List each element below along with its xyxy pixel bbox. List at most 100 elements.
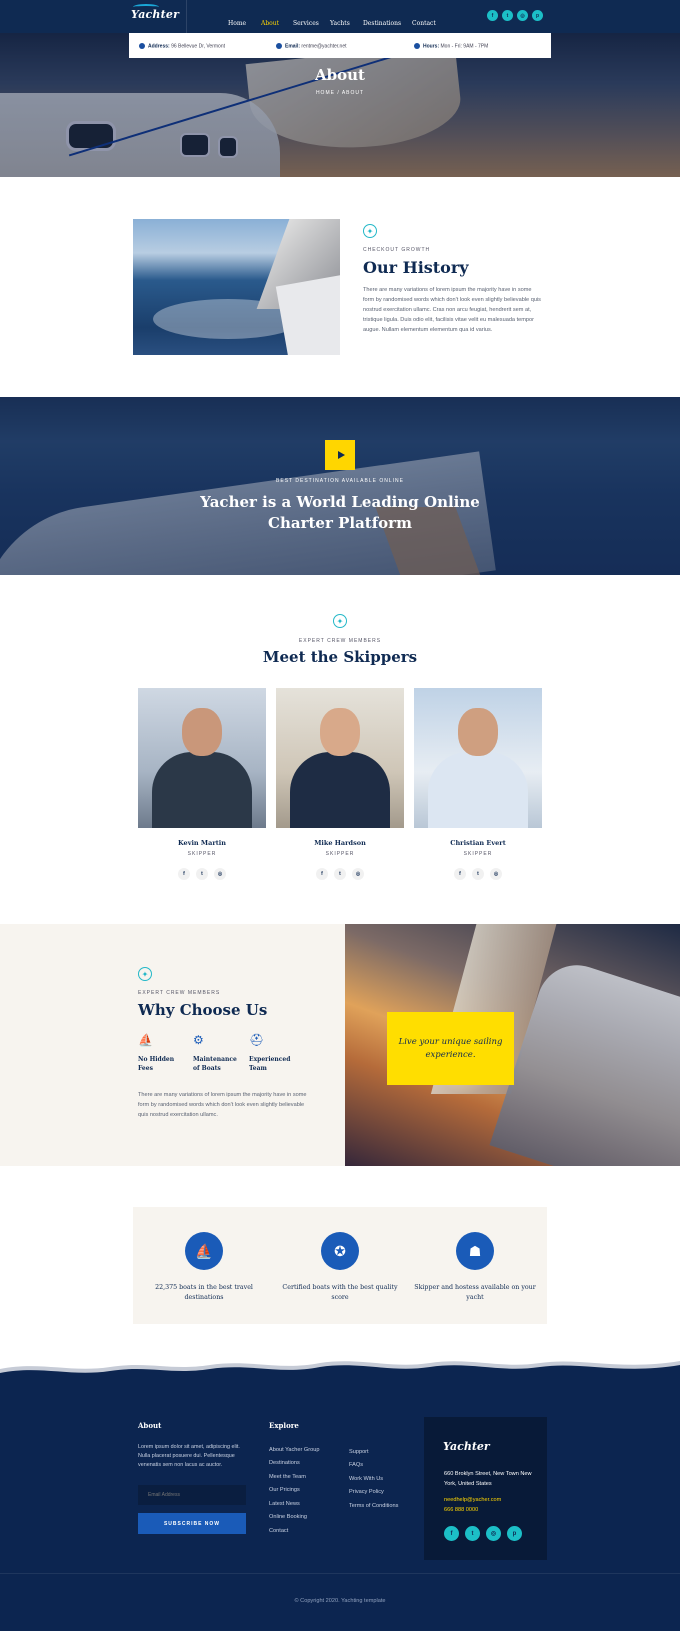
skipper-card: Christian Evert SKIPPER f t ◎ bbox=[414, 688, 542, 880]
footer-explore-title: Explore bbox=[269, 1421, 299, 1430]
why-eyebrow: EXPERT CREW MEMBERS bbox=[138, 990, 221, 996]
history-image bbox=[133, 219, 340, 355]
footer-socials: f t ◎ p bbox=[444, 1526, 522, 1541]
skipper-name: Kevin Martin bbox=[178, 839, 226, 847]
twitter-icon[interactable]: t bbox=[472, 868, 484, 880]
gear-icon: ⚙ bbox=[193, 1033, 204, 1047]
facebook-icon[interactable]: f bbox=[444, 1526, 459, 1541]
feature-maintenance: ⚙ Maintenance of Boats bbox=[193, 1032, 243, 1073]
stat-item: ☗ Skipper and hostess available on your … bbox=[410, 1232, 540, 1303]
stat-label: 22,375 boats in the best travel destinat… bbox=[155, 1284, 253, 1301]
footer-link[interactable]: About Yacher Group bbox=[269, 1447, 319, 1453]
skippers-title: Meet the Skippers bbox=[262, 648, 418, 666]
clock-icon bbox=[414, 43, 420, 49]
footer-link[interactable]: Destinations bbox=[269, 1460, 300, 1466]
feature-label: Experienced Team bbox=[249, 1056, 291, 1072]
pinterest-icon[interactable]: p bbox=[532, 10, 543, 21]
location-icon bbox=[139, 43, 145, 49]
twitter-icon[interactable]: t bbox=[196, 868, 208, 880]
instagram-icon[interactable]: ◎ bbox=[214, 868, 226, 880]
footer-logo[interactable]: Yachter bbox=[443, 1440, 490, 1453]
site-footer bbox=[0, 1375, 680, 1631]
feature-label: No Hidden Fees bbox=[138, 1056, 175, 1072]
site-logo[interactable]: Yachter bbox=[131, 4, 179, 21]
footer-about-text: Lorem ipsum dolor sit amet, adipiscing e… bbox=[138, 1444, 240, 1468]
facebook-icon[interactable]: f bbox=[454, 868, 466, 880]
facebook-icon[interactable]: f bbox=[316, 868, 328, 880]
band-title: Yacher is a World Leading Online Charter… bbox=[200, 493, 480, 532]
footer-link[interactable]: Meet the Team bbox=[269, 1474, 306, 1480]
pinterest-icon[interactable]: p bbox=[507, 1526, 522, 1541]
footer-link[interactable]: Latest News bbox=[269, 1501, 300, 1507]
instagram-icon[interactable]: ◎ bbox=[517, 10, 528, 21]
copyright: © Copyright 2020. Yachting template bbox=[294, 1598, 386, 1604]
twitter-icon[interactable]: t bbox=[334, 868, 346, 880]
facebook-icon[interactable]: f bbox=[487, 10, 498, 21]
skipper-name: Mike Hardson bbox=[314, 839, 366, 847]
footer-link[interactable]: Contact bbox=[269, 1528, 288, 1534]
stat-label: Skipper and hostess available on your ya… bbox=[414, 1284, 536, 1301]
band-eyebrow: BEST DESTINATION AVAILABLE ONLINE bbox=[276, 478, 404, 484]
sailboat-icon: ⛵ bbox=[185, 1232, 223, 1270]
breadcrumb[interactable]: HOME / ABOUT bbox=[0, 90, 680, 96]
captain-hat-icon: ⛑ bbox=[249, 1033, 265, 1047]
info-address: Address: 96 Bellevue Dr, Vermont bbox=[139, 43, 225, 49]
skipper-photo bbox=[138, 688, 266, 828]
nav-contact[interactable]: Contact bbox=[412, 12, 436, 30]
stat-label: Certified boats with the best quality sc… bbox=[282, 1284, 398, 1301]
skipper-name: Christian Evert bbox=[450, 839, 506, 847]
skipper-card: Mike Hardson SKIPPER f t ◎ bbox=[276, 688, 404, 880]
skipper-socials: f t ◎ bbox=[138, 868, 266, 880]
newsletter-email-input[interactable] bbox=[138, 1485, 246, 1505]
page-title: About bbox=[315, 66, 365, 84]
why-text: There are many variations of lorem ipsum… bbox=[138, 1092, 307, 1118]
stat-item: ✪ Certified boats with the best quality … bbox=[275, 1232, 405, 1303]
star-badge-icon: ✦ bbox=[363, 224, 377, 238]
footer-link[interactable]: FAQs bbox=[349, 1462, 363, 1468]
feature-no-hidden-fees: ⛵ No Hidden Fees bbox=[138, 1032, 188, 1073]
footer-about-title: About bbox=[138, 1421, 162, 1430]
footer-link[interactable]: Terms of Conditions bbox=[349, 1503, 398, 1509]
twitter-icon[interactable]: t bbox=[465, 1526, 480, 1541]
footer-link[interactable]: Online Booking bbox=[269, 1514, 307, 1520]
footer-email-link[interactable]: needhelp@yacher.com bbox=[444, 1497, 501, 1503]
skipper-photo bbox=[276, 688, 404, 828]
skipper-role: SKIPPER bbox=[463, 851, 493, 857]
mail-icon bbox=[276, 43, 282, 49]
skipper-role: SKIPPER bbox=[325, 851, 355, 857]
footer-divider bbox=[0, 1573, 680, 1574]
nav-about[interactable]: About bbox=[261, 12, 279, 30]
history-title: Our History bbox=[363, 258, 469, 277]
footer-address: 660 Broklyn Street, New Town New York, U… bbox=[444, 1471, 532, 1487]
info-hours: Hours: Mon - Fri: 9AM - 7PM bbox=[414, 43, 488, 49]
header-divider bbox=[186, 0, 187, 33]
skipper-socials: f t ◎ bbox=[414, 868, 542, 880]
history-eyebrow: CHECKOUT GROWTH bbox=[363, 247, 431, 253]
play-icon bbox=[337, 451, 345, 459]
subscribe-button[interactable]: SUBSCRIBE NOW bbox=[138, 1513, 246, 1534]
footer-phone-link[interactable]: 666 888 0000 bbox=[444, 1507, 478, 1513]
skipper-card: Kevin Martin SKIPPER f t ◎ bbox=[138, 688, 266, 880]
footer-link[interactable]: Work With Us bbox=[349, 1476, 383, 1482]
footer-link[interactable]: Our Pricings bbox=[269, 1487, 300, 1493]
instagram-icon[interactable]: ◎ bbox=[486, 1526, 501, 1541]
twitter-icon[interactable]: t bbox=[502, 10, 513, 21]
medal-icon: ✪ bbox=[321, 1232, 359, 1270]
footer-link[interactable]: Support bbox=[349, 1449, 369, 1455]
feature-label: Maintenance of Boats bbox=[193, 1056, 237, 1072]
skipper-photo bbox=[414, 688, 542, 828]
feature-experienced-team: ⛑ Experienced Team bbox=[249, 1032, 299, 1073]
footer-link[interactable]: Privacy Policy bbox=[349, 1489, 384, 1495]
nav-yachts[interactable]: Yachts bbox=[330, 12, 350, 30]
nav-destinations[interactable]: Destinations bbox=[363, 12, 401, 30]
nav-services[interactable]: Services bbox=[293, 12, 319, 30]
instagram-icon[interactable]: ◎ bbox=[352, 868, 364, 880]
play-video-button[interactable] bbox=[325, 440, 355, 470]
uniform-icon: ☗ bbox=[456, 1232, 494, 1270]
info-email[interactable]: Email: rentme@yachter.net bbox=[276, 43, 347, 49]
nav-home[interactable]: Home bbox=[228, 12, 246, 30]
header-socials: f t ◎ p bbox=[487, 10, 543, 21]
facebook-icon[interactable]: f bbox=[178, 868, 190, 880]
quote-box: Live your unique sailing experience. bbox=[387, 1012, 514, 1085]
instagram-icon[interactable]: ◎ bbox=[490, 868, 502, 880]
